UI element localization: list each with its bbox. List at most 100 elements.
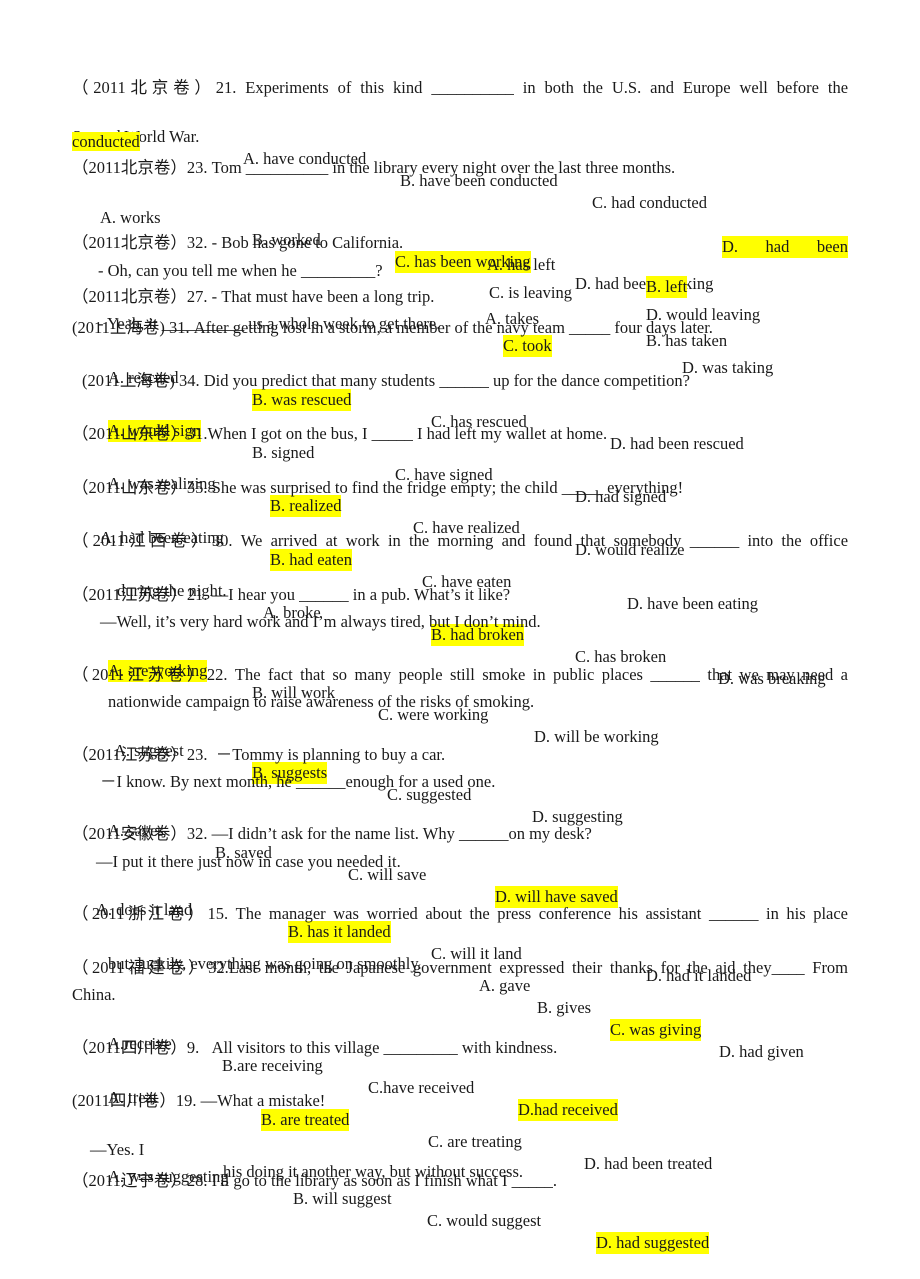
stem-text: Did you predict that many students [203, 371, 436, 390]
question-stem: （2011四川卷）9. All visitors to this village… [72, 1037, 557, 1059]
answer-blank: _________ [383, 1038, 458, 1057]
option-d-correct-continued: conducted [72, 132, 140, 151]
question-number: 21. [215, 78, 237, 97]
question-source: （2011山东卷） [72, 478, 187, 497]
stem-text: —What a mistake! [200, 1091, 326, 1110]
question-source: (2011四川卷） [72, 1091, 176, 1110]
stem-text: －Tommy is planning to buy a car. [215, 745, 446, 764]
question-stem: (2011上海卷) 34. Did you predict that many … [82, 370, 690, 392]
question-stem: (2011四川卷）19. —What a mistake! [72, 1090, 325, 1112]
question-stem: （2011江西卷）30. We arrived at work in the m… [72, 530, 848, 552]
question-stem-line2: —I put it there just now in case you nee… [96, 852, 401, 871]
answer-blank: __________ [245, 158, 329, 177]
answer-blank: ______ [439, 371, 489, 390]
question-number: 15. [207, 904, 229, 923]
question-options: A. was suggesting B. will suggest C. wou… [72, 1144, 848, 1276]
stem-text: Last month, the Japanese government expr… [228, 958, 772, 977]
stem-text: All visitors to this village [211, 1038, 380, 1057]
question-stem-line2: China. [72, 985, 116, 1004]
answer-blank: ______ [458, 824, 509, 843]
option-c: C. would suggest [427, 1211, 542, 1230]
question-stem: （2011山东卷）35. She was surprised to find t… [72, 477, 683, 499]
document-page: （2011北京卷） 21. Experiments of this kind __… [0, 0, 920, 1279]
stem-text: The fact that so many people still smoke… [234, 665, 643, 684]
stem-text: I'll go to the library as soon as I fini… [211, 1171, 508, 1190]
question-source: （2011山东卷） [72, 424, 187, 443]
stem-text: that we may need a [707, 665, 849, 684]
question-number: 19. [175, 1091, 197, 1110]
stem-text: Experiments of this kind [245, 78, 423, 97]
stem-text: . [552, 1171, 557, 1190]
stem-text: —I didn’t ask for the name list. Why [211, 824, 455, 843]
stem-text: Tom [211, 158, 242, 177]
answer-blank: _____ [371, 424, 413, 443]
question-stem: （2011福建卷）32.Last month, the Japanese gov… [72, 957, 848, 979]
question-number: 35. [186, 478, 208, 497]
stem-text: on my desk? [508, 824, 592, 843]
question-stem: （2011北京卷）21. Experiments of this kind __… [72, 77, 848, 99]
question-source: （2011北京卷） [72, 158, 187, 177]
answer-blank: ______ [299, 585, 349, 604]
question-source: （2011福建卷） [72, 958, 209, 977]
stem-text: in both the U.S. and Europe well before … [522, 78, 849, 97]
stem-text: I had left my wallet at home. [416, 424, 608, 443]
answer-blank: ______ [650, 665, 700, 684]
stem-text: four days later. [614, 318, 713, 337]
question-number: 30. [211, 531, 233, 550]
stem-text: She was surprised to find the fridge emp… [211, 478, 558, 497]
answer-blank: __________ [431, 78, 514, 97]
question-number: 34. [179, 371, 200, 390]
question-stem: （2011江苏卷）23. －Tommy is planning to buy a… [72, 744, 445, 766]
question-number: 21. [186, 585, 208, 604]
question-source: （2011江苏卷） [72, 745, 187, 764]
stem-text: When I got on the bus, I [207, 424, 368, 443]
question-number: 31. [186, 424, 208, 443]
question-number: 9. [186, 1038, 200, 1057]
question-stem: (2011上海卷) 31. After getting lost in a st… [72, 317, 713, 339]
question-source: （2011江苏卷） [72, 665, 207, 684]
stem-text: From [812, 958, 849, 977]
stem-text: We arrived at work in the morning and fo… [240, 531, 682, 550]
stem-text: enough for a used one. [345, 772, 496, 791]
question-number: 28. [186, 1171, 208, 1190]
question-stem-line2: —Well, it’s very hard work and I’m alway… [100, 612, 541, 631]
question-source: （2011江西卷） [72, 531, 212, 550]
answer-blank: _____ [561, 478, 603, 497]
question-source: （2011江苏卷） [72, 585, 187, 604]
question-stem: （2011山东卷）31.When I got on the bus, I ___… [72, 423, 607, 445]
stem-text: everything! [607, 478, 684, 497]
stem-text: The manager was worried about the press … [235, 904, 702, 923]
question-source: （2011辽宁卷） [72, 1171, 187, 1190]
question-number: 22. [206, 665, 228, 684]
stem-text: in the library every night over the last… [332, 158, 676, 177]
option-d-continued: conducted [72, 131, 140, 153]
question-stem-line2: －I know. By next month, he ______enough … [100, 771, 495, 793]
question-source: （2011浙江卷） [72, 904, 208, 923]
stem-text: with kindness. [461, 1038, 558, 1057]
question-source: （2011安徽卷） [72, 824, 187, 843]
stem-text: After getting lost in a storm, a member … [193, 318, 565, 337]
question-stem-line2: nationwide campaign to raise awareness o… [108, 692, 535, 711]
stem-text: —I hear you [211, 585, 296, 604]
question-number: 23. [186, 745, 208, 764]
question-source: (2011上海卷) [72, 318, 165, 337]
question-number: 23. [186, 158, 208, 177]
answer-blank: _____ [511, 1171, 553, 1190]
stem-text: －I know. By next month, he [100, 772, 292, 791]
answer-blank: _____ [569, 318, 611, 337]
stem-text: up for the dance competition? [492, 371, 690, 390]
stem-text: in his place [766, 904, 849, 923]
question-number: 31. [169, 318, 190, 337]
stem-text: into the office [747, 531, 849, 550]
question-stem: （2011江苏卷）21. —I hear you ______ in a pub… [72, 584, 510, 606]
question-number: 32. [208, 958, 229, 977]
question-source: (2011上海卷) [82, 371, 175, 390]
question-stem: （2011江苏卷）22. The fact that so many peopl… [72, 664, 848, 686]
answer-blank: ______ [708, 904, 759, 923]
question-source: （2011四川卷） [72, 1038, 187, 1057]
stem-text: in a pub. What’s it like? [352, 585, 511, 604]
question-number: 32. [186, 824, 208, 843]
answer-blank: ______ [689, 531, 740, 550]
question-stem: （2011辽宁卷）28. I'll go to the library as s… [72, 1170, 557, 1192]
question-stem: （2011浙江卷）15. The manager was worried abo… [72, 903, 848, 925]
